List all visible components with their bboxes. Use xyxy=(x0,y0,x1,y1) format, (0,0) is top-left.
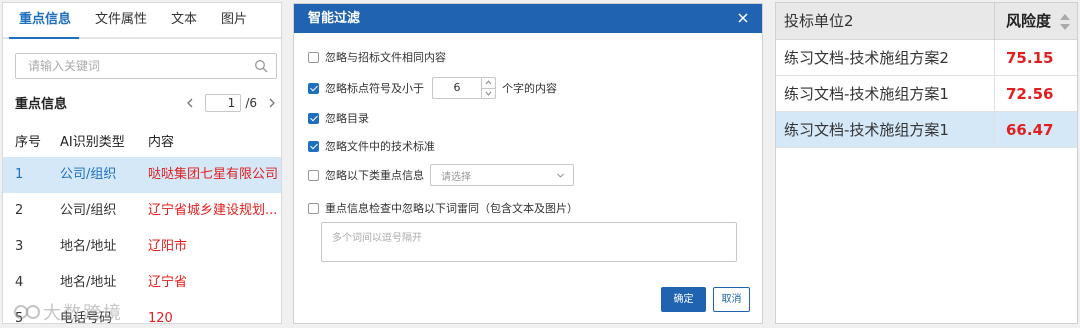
row-number: 3 xyxy=(15,239,24,254)
select-placeholder: 请选择 xyxy=(441,171,471,183)
close-icon[interactable] xyxy=(736,11,750,25)
option-label: 忽略标点符号及小于 xyxy=(325,82,424,95)
watermark: 大数跨境 xyxy=(13,299,123,324)
row-type: 公司/组织 xyxy=(60,167,117,182)
watermark-logo-icon xyxy=(14,305,40,319)
row-number: 2 xyxy=(15,203,24,218)
search-box xyxy=(15,53,277,79)
sort-icon[interactable] xyxy=(1059,12,1071,32)
table-row[interactable]: 练习文档-技术施组方案1 66.47 xyxy=(776,112,1077,148)
column-header-number: 序号 xyxy=(15,135,42,150)
ignore-words-textarea[interactable]: 多个词间以逗号隔开 xyxy=(321,222,737,262)
row-number: 1 xyxy=(15,167,24,182)
option-label: 忽略以下类重点信息 xyxy=(325,169,424,182)
column-header-bidder[interactable]: 投标单位2 xyxy=(784,3,854,40)
section-header: 重点信息 1 /6 xyxy=(15,93,281,113)
cancel-button[interactable]: 取消 xyxy=(713,287,750,312)
table-row[interactable]: 3 地名/地址 辽阳市 xyxy=(3,229,281,265)
checkbox-ignore-words[interactable] xyxy=(308,202,319,214)
prev-page-icon[interactable] xyxy=(183,96,197,110)
risk-table-header: 投标单位2 风险度 xyxy=(776,3,1077,40)
chevron-down-icon xyxy=(557,173,564,178)
option-label: 忽略目录 xyxy=(325,112,369,125)
column-header-type: AI识别类型 xyxy=(60,135,125,150)
stepper-value[interactable]: 6 xyxy=(433,78,481,98)
key-info-panel: 重点信息 文件属性 文本 图片 重点信息 1 /6 序号 AI识别类型 内容 xyxy=(2,2,282,324)
stepper-up-icon[interactable] xyxy=(482,78,495,89)
row-number: 4 xyxy=(15,275,24,290)
char-count-stepper[interactable]: 6 xyxy=(432,77,496,99)
option-ignore-words: 重点信息检查中忽略以下词雷同（包含文本及图片） xyxy=(308,200,578,216)
row-type: 公司/组织 xyxy=(60,203,117,218)
column-header-content: 内容 xyxy=(148,135,175,150)
option-ignore-key-info-types: 忽略以下类重点信息 请选择 xyxy=(308,164,574,186)
checkbox-ignore-toc[interactable] xyxy=(308,112,319,124)
row-content: 120 xyxy=(148,311,173,324)
key-info-type-select[interactable]: 请选择 xyxy=(430,164,574,186)
checkbox-ignore-tech-standards[interactable] xyxy=(308,140,319,152)
search-input[interactable] xyxy=(16,54,236,78)
option-ignore-tech-standards: 忽略文件中的技术标准 xyxy=(308,138,435,154)
option-label: 忽略文件中的技术标准 xyxy=(325,140,435,153)
watermark-text: 大数跨境 xyxy=(43,303,123,324)
search-icon[interactable] xyxy=(254,59,268,73)
risk-score: 66.47 xyxy=(1006,121,1054,139)
dialog-title: 智能过滤 xyxy=(308,11,361,26)
key-info-table: 序号 AI识别类型 内容 1 公司/组织 哒哒集团七星有限公司 2 公司/组织 … xyxy=(3,129,281,324)
tab-images[interactable]: 图片 xyxy=(209,3,259,37)
risk-score: 75.15 xyxy=(1006,49,1054,67)
next-page-icon[interactable] xyxy=(265,96,279,110)
checkbox-ignore-same-as-tender[interactable] xyxy=(308,51,319,63)
row-content: 辽宁省城乡建设规划... xyxy=(148,203,278,218)
page-total: /6 xyxy=(245,96,257,110)
textarea-placeholder: 多个词间以逗号隔开 xyxy=(332,233,422,244)
section-title: 重点信息 xyxy=(15,97,68,112)
tab-bar: 重点信息 文件属性 文本 图片 xyxy=(3,3,281,39)
tab-text[interactable]: 文本 xyxy=(159,3,209,37)
option-label: 忽略与招标文件相同内容 xyxy=(325,51,446,64)
row-content: 辽阳市 xyxy=(148,239,188,254)
pager: 1 /6 xyxy=(183,93,279,113)
option-ignore-punctuation: 忽略标点符号及小于 6 个字的内容 xyxy=(308,77,557,99)
row-type: 地名/地址 xyxy=(60,239,117,254)
risk-table-panel: 投标单位2 风险度 练习文档-技术施组方案2 75.15 练习文档-技术施组方案… xyxy=(775,2,1078,324)
dialog-header: 智能过滤 xyxy=(294,4,762,33)
row-content: 哒哒集团七星有限公司 xyxy=(148,167,279,182)
table-row[interactable]: 1 公司/组织 哒哒集团七星有限公司 xyxy=(3,157,281,193)
table-header-row: 序号 AI识别类型 内容 xyxy=(3,129,281,157)
confirm-button[interactable]: 确定 xyxy=(661,287,706,312)
option-ignore-toc: 忽略目录 xyxy=(308,110,369,126)
row-type: 地名/地址 xyxy=(60,275,117,290)
checkbox-ignore-punctuation[interactable] xyxy=(308,82,319,94)
table-row[interactable]: 4 地名/地址 辽宁省 xyxy=(3,265,281,301)
checkbox-ignore-key-info-types[interactable] xyxy=(308,169,319,181)
option-label: 重点信息检查中忽略以下词雷同（包含文本及图片） xyxy=(325,202,578,215)
table-row[interactable]: 练习文档-技术施组方案2 75.15 xyxy=(776,40,1077,76)
table-row[interactable]: 2 公司/组织 辽宁省城乡建设规划... xyxy=(3,193,281,229)
page-number-input[interactable]: 1 xyxy=(205,94,242,112)
column-header-risk[interactable]: 风险度 xyxy=(1006,3,1051,40)
table-row[interactable]: 练习文档-技术施组方案1 72.56 xyxy=(776,76,1077,112)
stepper-down-icon[interactable] xyxy=(482,89,495,99)
risk-score: 72.56 xyxy=(1006,85,1054,103)
bidder-name: 练习文档-技术施组方案1 xyxy=(784,85,949,103)
row-content: 辽宁省 xyxy=(148,275,188,290)
bidder-name: 练习文档-技术施组方案2 xyxy=(784,49,949,67)
option-label-suffix: 个字的内容 xyxy=(502,82,557,95)
option-ignore-same-as-tender: 忽略与招标文件相同内容 xyxy=(308,49,446,65)
tab-file-properties[interactable]: 文件属性 xyxy=(83,3,159,37)
tab-key-info[interactable]: 重点信息 xyxy=(3,3,83,39)
smart-filter-dialog: 智能过滤 忽略与招标文件相同内容 忽略标点符号及小于 6 个字的内容 忽略目录 … xyxy=(293,3,763,324)
bidder-name: 练习文档-技术施组方案1 xyxy=(784,121,949,139)
